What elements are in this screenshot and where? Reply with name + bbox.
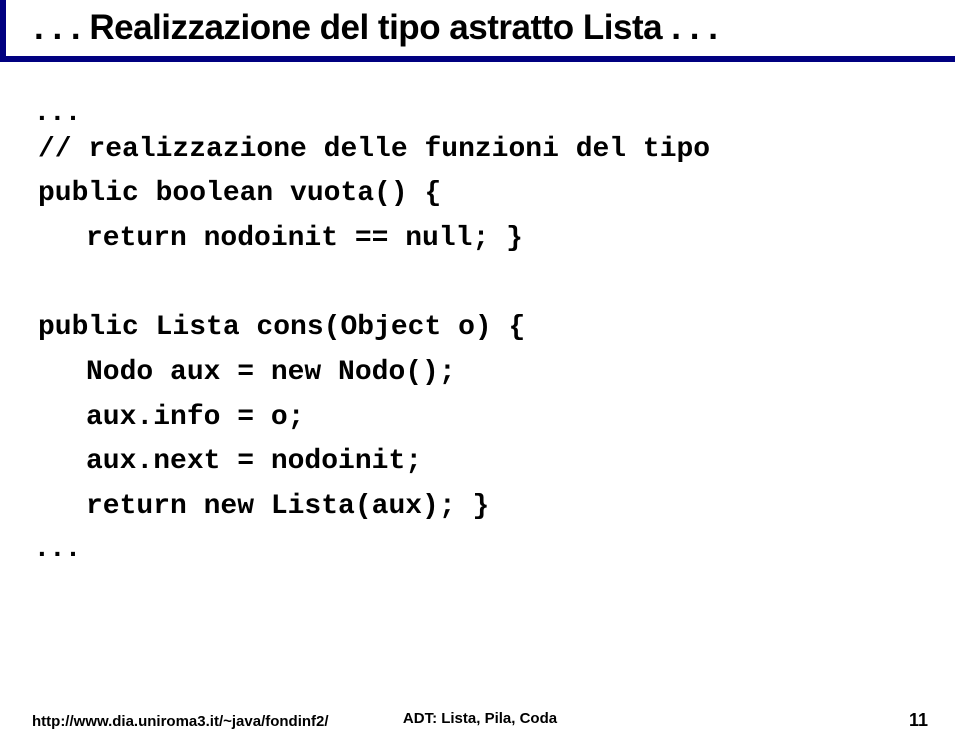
code-line-8: return new Lista(aux); } [86, 485, 960, 530]
code-line-2: public boolean vuota() { [38, 172, 960, 217]
code-line-3: return nodoinit == null; } [86, 217, 960, 262]
footer: http://www.dia.uniroma3.it/~java/fondinf… [0, 710, 960, 731]
title-container: . . . Realizzazione del tipo astratto Li… [0, 0, 955, 62]
page-number: 11 [909, 710, 928, 731]
code-dots-bottom: . . . [38, 530, 960, 564]
code-dots-top: . . . [38, 94, 960, 128]
code-block: . . . // realizzazione delle funzioni de… [38, 94, 960, 564]
footer-url: http://www.dia.uniroma3.it/~java/fondinf… [32, 713, 329, 730]
code-line-1: // realizzazione delle funzioni del tipo [38, 128, 960, 173]
code-line-6: aux.info = o; [86, 396, 960, 441]
blank-line [38, 262, 960, 306]
code-line-4: public Lista cons(Object o) { [38, 306, 960, 351]
slide-title: . . . Realizzazione del tipo astratto Li… [34, 8, 955, 48]
slide: . . . Realizzazione del tipo astratto Li… [0, 0, 960, 747]
code-line-7: aux.next = nodoinit; [86, 440, 960, 485]
footer-topic: ADT: Lista, Pila, Coda [403, 710, 557, 727]
code-line-5: Nodo aux = new Nodo(); [86, 351, 960, 396]
